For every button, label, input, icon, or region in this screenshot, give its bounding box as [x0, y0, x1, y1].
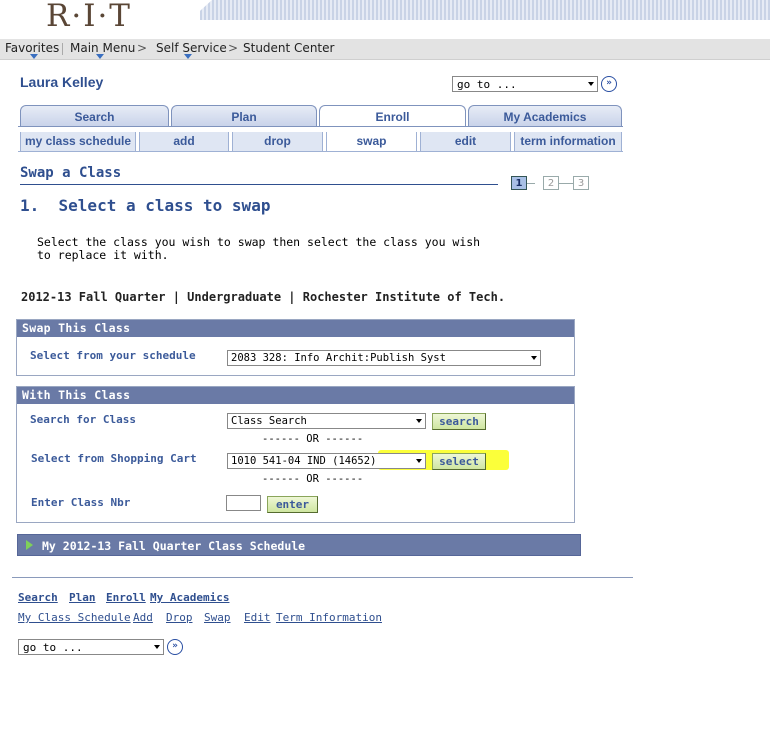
- shopping-cart-select[interactable]: 1010 541-04 IND (14652): [227, 453, 426, 469]
- footer-goto-value: go to ...: [23, 641, 83, 654]
- class-search-value: Class Search: [231, 415, 307, 427]
- footer-link-term-information[interactable]: Term Information: [276, 611, 382, 624]
- footer-link-my-class-schedule[interactable]: My Class Schedule: [18, 611, 131, 624]
- schedule-select-value: 2083 328: Info Archit:Publish Syst: [231, 352, 446, 364]
- breadcrumb-arrow-icon: >: [228, 41, 239, 55]
- step-connector: [559, 183, 573, 184]
- subtab-add[interactable]: add: [139, 132, 229, 151]
- footer-link-enroll[interactable]: Enroll: [106, 591, 146, 604]
- subtab-term-information[interactable]: term information: [514, 132, 622, 151]
- footer-link-my-academics[interactable]: My Academics: [150, 591, 229, 604]
- tab-plan[interactable]: Plan: [171, 105, 317, 126]
- nav-student-center[interactable]: Student Center: [243, 39, 334, 57]
- expand-triangle-icon[interactable]: [26, 540, 33, 550]
- footer-link-add[interactable]: Add: [133, 611, 153, 624]
- footer-rule: [12, 577, 633, 578]
- go-arrow-icon[interactable]: »: [601, 76, 617, 92]
- select-button[interactable]: select: [432, 453, 486, 470]
- nav-bar: Favorites Main Menu > Self Service > Stu…: [0, 39, 770, 60]
- goto-value: go to ...: [457, 78, 517, 91]
- schedule-label: Select from your schedule: [30, 349, 196, 362]
- step-3-indicator: 3: [573, 176, 589, 190]
- subtab-swap[interactable]: swap: [326, 132, 417, 151]
- title-rule: [20, 184, 498, 185]
- footer-link-drop[interactable]: Drop: [166, 611, 193, 624]
- header-stripes-cut: [190, 0, 212, 20]
- class-search-select[interactable]: Class Search: [227, 413, 426, 429]
- chevron-down-icon: [531, 356, 537, 360]
- footer-link-plan[interactable]: Plan: [69, 591, 96, 604]
- swap-this-class-panel: Swap This Class Select from your schedul…: [16, 319, 575, 376]
- enter-button[interactable]: enter: [267, 496, 318, 513]
- term-info: 2012-13 Fall Quarter | Undergraduate | R…: [21, 290, 506, 304]
- footer-link-edit[interactable]: Edit: [244, 611, 271, 624]
- search-button[interactable]: search: [432, 413, 486, 430]
- step-1-indicator: 1: [511, 176, 527, 190]
- chevron-down-icon[interactable]: [184, 54, 192, 59]
- step-heading: 1. Select a class to swap: [20, 196, 271, 215]
- tab-my-academics[interactable]: My Academics: [468, 105, 622, 126]
- breadcrumb-arrow-icon: >: [137, 41, 148, 55]
- class-nbr-input[interactable]: [226, 495, 261, 511]
- subtab-my-class-schedule[interactable]: my class schedule: [20, 132, 136, 151]
- chevron-down-icon[interactable]: [96, 54, 104, 59]
- search-class-label: Search for Class: [30, 413, 136, 426]
- shopping-cart-value: 1010 541-04 IND (14652): [231, 455, 377, 467]
- tab-enroll[interactable]: Enroll: [319, 105, 466, 127]
- nav-divider: [62, 43, 63, 55]
- student-name: Laura Kelley: [20, 74, 104, 90]
- chevron-down-icon: [416, 459, 422, 463]
- subtab-drop[interactable]: drop: [232, 132, 323, 151]
- tab-underline: [18, 126, 623, 127]
- chevron-down-icon: [154, 645, 160, 649]
- go-arrow-icon[interactable]: »: [167, 639, 183, 655]
- step-connector: [527, 183, 535, 184]
- header-stripes: [200, 0, 770, 20]
- class-nbr-label: Enter Class Nbr: [31, 496, 131, 509]
- subtab-underline: [18, 151, 623, 152]
- footer-link-swap[interactable]: Swap: [204, 611, 231, 624]
- footer-link-search[interactable]: Search: [18, 591, 58, 604]
- rit-logo[interactable]: R·I·T: [46, 0, 132, 32]
- goto-select[interactable]: go to ...: [452, 76, 598, 92]
- instructions-text: Select the class you wish to swap then s…: [37, 235, 481, 262]
- panel-title: With This Class: [17, 387, 574, 404]
- or-separator: ------ OR ------: [262, 433, 364, 445]
- chevron-down-icon: [416, 419, 422, 423]
- shopping-cart-label: Select from Shopping Cart: [31, 452, 197, 465]
- subtab-edit[interactable]: edit: [420, 132, 511, 151]
- page-title: Swap a Class: [20, 165, 122, 181]
- footer-goto-select[interactable]: go to ...: [18, 639, 164, 655]
- or-separator: ------ OR ------: [262, 473, 364, 485]
- panel-title: Swap This Class: [17, 320, 574, 337]
- with-this-class-panel: With This Class Search for Class Class S…: [16, 386, 575, 523]
- tab-search[interactable]: Search: [20, 105, 169, 126]
- schedule-select[interactable]: 2083 328: Info Archit:Publish Syst: [227, 350, 541, 366]
- class-schedule-collapse-bar[interactable]: My 2012-13 Fall Quarter Class Schedule: [17, 534, 581, 556]
- step-2-indicator: 2: [543, 176, 559, 190]
- chevron-down-icon: [588, 82, 594, 86]
- chevron-down-icon[interactable]: [30, 54, 38, 59]
